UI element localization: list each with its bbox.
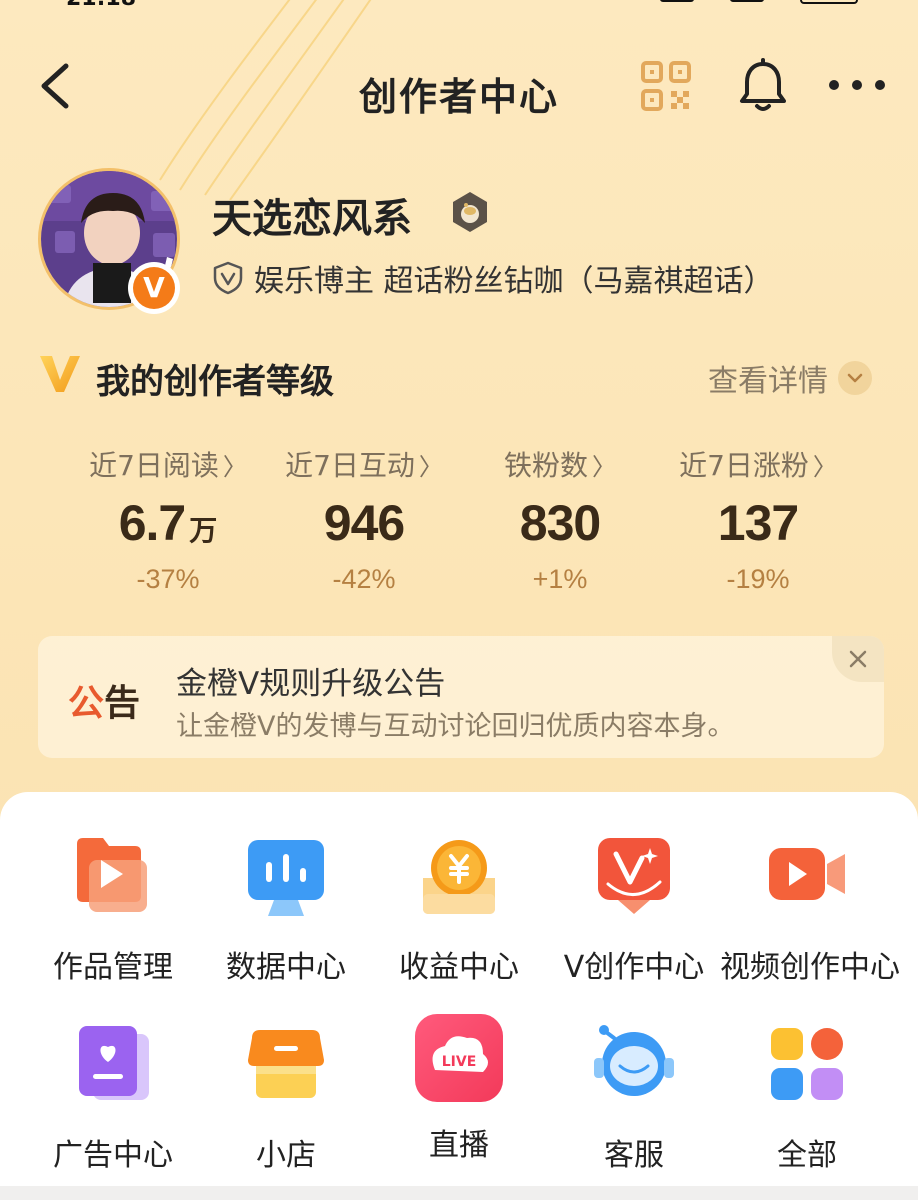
tool-label: 数据中心 [226,950,346,985]
status-time: 21:18 [66,0,136,11]
network-icon [730,0,764,2]
stat-label: 近7日互动〉 [285,449,443,482]
stat-change: -19% [726,564,790,594]
shield-v-icon [213,261,243,295]
tool-label: 全部 [777,1138,837,1173]
chevron-right-icon: 〉 [222,453,247,481]
tool-live[interactable]: LIVE 直播 [372,1012,546,1164]
data-center-icon [248,840,324,916]
stat-value: 6.7 万 [118,495,218,551]
gold-v-icon [40,356,80,392]
verification-info[interactable]: 娱乐博主 超话粉丝钻咖（马嘉祺超话） [212,256,774,300]
qr-code-icon[interactable] [640,60,692,112]
tool-customer-service[interactable]: 客服 [547,1022,721,1174]
announcement-banner[interactable]: 公告 金橙V规则升级公告 让金橙V的发博与互动讨论回归优质内容本身。 [38,636,884,758]
tool-all[interactable]: 全部 [720,1022,894,1174]
tool-works-management[interactable]: 作品管理 [26,834,200,986]
tool-label: 小店 [256,1138,316,1173]
customer-service-icon [594,1025,674,1096]
stat-new-followers[interactable]: 近7日涨粉〉 137 -19% [658,444,858,595]
tool-video-creation-center[interactable]: 视频创作中心 [720,834,900,986]
chevron-right-icon: 〉 [812,453,837,481]
announcement-subtitle: 让金橙V的发博与互动讨论回归优质内容本身。 [176,711,735,742]
stat-reads[interactable]: 近7日阅读〉 6.7 万 -37% [68,444,268,595]
tools-card: 作品管理 数据中心 收益中心 V创作中心 视频创作中心 广告中心 小店 LIVE… [0,792,918,1186]
announcement-tag: 公告 [68,683,141,724]
revenue-center-icon [423,840,495,914]
tool-label: 直播 [429,1128,489,1163]
tool-v-creation-center[interactable]: V创作中心 [547,834,721,986]
stat-change: -42% [332,564,396,594]
v-creation-center-icon [598,838,670,914]
stat-change: +1% [532,564,588,594]
ad-center-icon [79,1026,149,1100]
stat-change: -37% [136,564,200,594]
stat-label: 近7日阅读〉 [89,449,247,482]
stat-value: 137 [717,495,799,551]
close-icon[interactable] [832,636,884,682]
tool-label: 广告中心 [53,1138,173,1173]
tool-label: V创作中心 [563,950,705,985]
username[interactable]: 天选恋风系 [212,186,412,244]
tool-shop[interactable]: 小店 [199,1022,373,1174]
notification-bell-icon[interactable] [738,58,788,114]
stat-label: 近7日涨粉〉 [679,449,837,482]
verified-v-icon: V [133,267,175,309]
chevron-right-icon: 〉 [592,453,616,481]
tool-label: 作品管理 [53,950,173,985]
shop-icon [248,1030,324,1098]
status-bar: 21:18 [0,0,918,11]
signal-icon [660,0,694,2]
stat-loyal-fans[interactable]: 铁粉数〉 830 +1% [460,444,660,595]
tool-revenue-center[interactable]: 收益中心 [372,834,546,986]
chevron-down-icon [838,361,872,395]
verified-badge: V [128,262,180,314]
tool-label: 视频创作中心 [720,950,900,985]
view-details-button[interactable]: 查看详情 [708,356,872,400]
stat-interactions[interactable]: 近7日互动〉 946 -42% [264,444,464,595]
tool-label: 收益中心 [399,950,519,985]
tool-label: 客服 [604,1138,664,1173]
creator-level-title: 我的创作者等级 [96,362,334,402]
all-apps-icon [771,1028,843,1100]
stats-panel: 近7日阅读〉 6.7 万 -37% 近7日互动〉 946 -42% 铁粉数〉 83… [68,444,858,604]
chevron-right-icon: 〉 [418,453,443,481]
tool-data-center[interactable]: 数据中心 [199,834,373,986]
bottom-divider [0,1186,918,1200]
verification-text: 娱乐博主 超话粉丝钻咖（马嘉祺超话） [254,264,774,299]
stat-value: 946 [323,495,405,551]
creator-center-page: 21:18 创作者中心 [0,0,918,1200]
live-badge-text: LIVE [442,1054,477,1070]
announcement-title: 金橙V规则升级公告 [176,666,446,702]
more-options-icon[interactable] [826,70,888,100]
video-creation-icon [769,848,845,900]
works-management-icon [77,838,147,912]
view-details-label: 查看详情 [708,364,828,399]
stat-value: 830 [519,495,601,551]
live-icon: LIVE [415,1014,503,1102]
tool-ad-center[interactable]: 广告中心 [26,1022,200,1174]
stat-label: 铁粉数〉 [503,449,616,482]
user-level-icon[interactable] [448,190,492,234]
battery-icon [800,0,858,4]
status-icons [660,0,858,4]
